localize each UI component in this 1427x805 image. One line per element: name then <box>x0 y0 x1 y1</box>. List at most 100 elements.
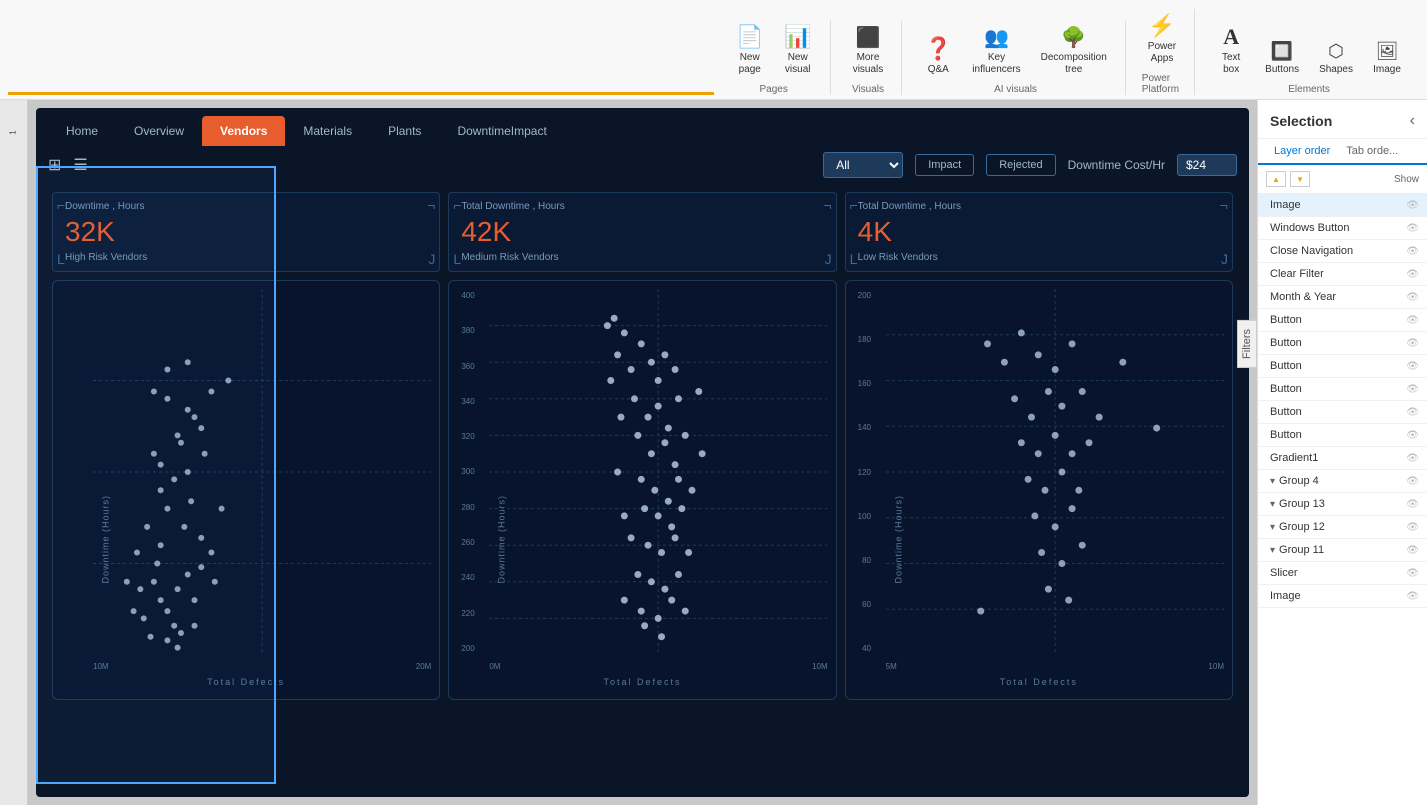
decomp-tree-label: Decompositiontree <box>1041 52 1107 76</box>
eye-icon-close-nav: 👁 <box>1406 246 1419 257</box>
tab-materials[interactable]: Materials <box>285 116 370 146</box>
cost-input[interactable] <box>1177 154 1237 176</box>
layer-name-group-11: Group 11 <box>1279 544 1406 556</box>
sort-down-button[interactable]: ▼ <box>1290 171 1310 187</box>
layer-item-windows-button[interactable]: Windows Button 👁 <box>1258 217 1427 240</box>
kpi-low-risk: Total Downtime , Hours 4K Low Risk Vendo… <box>845 192 1233 272</box>
impact-button[interactable]: Impact <box>915 154 974 176</box>
kpi-low-title: Total Downtime , Hours <box>858 201 1220 212</box>
image-icon: 🖼 <box>1376 41 1399 62</box>
tab-vendors[interactable]: Vendors <box>202 116 285 146</box>
toolbar-group-power-platform: ⚡ Power Apps Power Platform <box>1130 9 1195 95</box>
kpi-med-corner-br: J <box>825 251 832 267</box>
textbox-button[interactable]: A Textbox <box>1211 20 1251 80</box>
kpi-med-title: Total Downtime , Hours <box>461 201 823 212</box>
eye-icon-group11: 👁 <box>1406 545 1419 556</box>
tab-downtime-impact[interactable]: DowntimeImpact <box>439 116 564 146</box>
filters-tab[interactable]: Filters <box>1237 320 1257 368</box>
y-label-140: 140 <box>858 423 871 432</box>
more-visuals-button[interactable]: ⬛ Morevisuals <box>847 21 890 80</box>
canvas-area: Home Overview Vendors Materials Plants D… <box>28 100 1257 805</box>
layer-item-group-13[interactable]: ▾ Group 13 👁 <box>1258 493 1427 516</box>
eye-icon-image-top: 👁 <box>1406 200 1419 211</box>
shapes-button[interactable]: ⬡ Shapes <box>1313 37 1359 80</box>
layer-item-image-top[interactable]: Image 👁 <box>1258 194 1427 217</box>
chart-high-x-title: Total Defects <box>61 677 431 687</box>
layer-item-button-5[interactable]: Button 👁 <box>1258 401 1427 424</box>
filter-bar: ⊞ ☰ All Impact Rejected Downtime Cost/Hr <box>36 146 1249 184</box>
all-filter-dropdown[interactable]: All <box>823 152 903 178</box>
collapse-button[interactable]: ‹ <box>1410 112 1415 130</box>
kpi-corner-tr: ¬ <box>427 197 435 213</box>
new-page-button[interactable]: 📄 New page <box>730 20 770 80</box>
textbox-icon: A <box>1223 24 1239 50</box>
power-apps-button[interactable]: ⚡ Power Apps <box>1142 9 1182 69</box>
y-label-200-low: 200 <box>858 291 871 300</box>
layer-item-group-11[interactable]: ▾ Group 11 👁 <box>1258 539 1427 562</box>
y-label-280: 280 <box>461 503 474 512</box>
tab-order-tab[interactable]: Tab orde... <box>1338 139 1406 163</box>
tab-overview[interactable]: Overview <box>116 116 202 146</box>
layer-name-close-nav: Close Navigation <box>1270 245 1406 257</box>
y-label-160: 160 <box>858 379 871 388</box>
sort-up-button[interactable]: ▲ <box>1266 171 1286 187</box>
kpi-high-subtitle: High Risk Vendors <box>65 252 427 263</box>
image-button[interactable]: 🖼 Image <box>1367 37 1407 80</box>
key-influencers-button[interactable]: 👥 Keyinfluencers <box>966 21 1026 80</box>
image-label: Image <box>1373 64 1401 76</box>
pages-group-label: Pages <box>760 84 788 95</box>
y-label-100: 100 <box>858 512 871 521</box>
scatter-high-svg <box>93 289 431 655</box>
decomp-tree-button[interactable]: 🌳 Decompositiontree <box>1035 21 1113 80</box>
tab-row: Layer order Tab orde... <box>1258 139 1427 165</box>
eye-icon-clear-filter: 👁 <box>1406 269 1419 280</box>
tab-plants[interactable]: Plants <box>370 116 439 146</box>
layer-name-month-year: Month & Year <box>1270 291 1406 303</box>
buttons-button[interactable]: 🔲 Buttons <box>1259 37 1305 80</box>
toolbar-group-ai: ❓ Q&A 👥 Keyinfluencers 🌳 Decompositiontr… <box>906 21 1126 95</box>
eye-icon-group4: 👁 <box>1406 476 1419 487</box>
layer-item-image-bottom[interactable]: Image 👁 <box>1258 585 1427 608</box>
layer-order-tab[interactable]: Layer order <box>1266 139 1338 165</box>
chart-med-x-title: Total Defects <box>457 677 827 687</box>
nav-tabs: Home Overview Vendors Materials Plants D… <box>36 108 1249 146</box>
filter-icon[interactable]: ⊞ <box>48 155 61 175</box>
layer-item-clear-filter[interactable]: Clear Filter 👁 <box>1258 263 1427 286</box>
tab-home[interactable]: Home <box>48 116 116 146</box>
more-visuals-icon: ⬛ <box>856 25 881 50</box>
layer-item-gradient1[interactable]: Gradient1 👁 <box>1258 447 1427 470</box>
eye-icon-btn3: 👁 <box>1406 361 1419 372</box>
menu-icon[interactable]: ☰ <box>73 155 87 175</box>
scatter-low-svg <box>886 289 1224 655</box>
layer-item-group-4[interactable]: ▾ Group 4 👁 <box>1258 470 1427 493</box>
layer-item-group-12[interactable]: ▾ Group 12 👁 <box>1258 516 1427 539</box>
layer-name-group-4: Group 4 <box>1279 475 1406 487</box>
new-page-icon: 📄 <box>736 24 763 50</box>
layer-item-button-2[interactable]: Button 👁 <box>1258 332 1427 355</box>
layer-item-button-4[interactable]: Button 👁 <box>1258 378 1427 401</box>
kpi-corner-bl: L <box>57 251 65 267</box>
kpi-med-corner-tr: ¬ <box>823 197 831 213</box>
key-influencers-label: Keyinfluencers <box>972 52 1020 76</box>
y-label-240: 240 <box>461 573 474 582</box>
eye-icon-month-year: 👁 <box>1406 292 1419 303</box>
kpi-corner-br: J <box>428 251 435 267</box>
layer-item-month-year[interactable]: Month & Year 👁 <box>1258 286 1427 309</box>
qa-button[interactable]: ❓ Q&A <box>918 32 958 80</box>
eye-icon-gradient1: 👁 <box>1406 453 1419 464</box>
kpi-high-value: 32K <box>65 216 427 248</box>
new-visual-button[interactable]: 📊 New visual <box>778 20 818 80</box>
layer-item-button-1[interactable]: Button 👁 <box>1258 309 1427 332</box>
rejected-button[interactable]: Rejected <box>986 154 1055 176</box>
kpi-medium-risk: Total Downtime , Hours 42K Medium Risk V… <box>448 192 836 272</box>
layer-name-button-1: Button <box>1270 314 1406 326</box>
layer-item-button-6[interactable]: Button 👁 <box>1258 424 1427 447</box>
chart-high-x-axis: 10M 20M <box>93 662 431 671</box>
sort-row: ▲ ▼ Show <box>1258 165 1427 194</box>
x-label-5m: 5M <box>886 662 897 671</box>
layer-item-button-3[interactable]: Button 👁 <box>1258 355 1427 378</box>
selection-panel: Filters Selection ‹ Layer order Tab orde… <box>1257 100 1427 805</box>
layer-item-slicer[interactable]: Slicer 👁 <box>1258 562 1427 585</box>
layer-item-close-nav[interactable]: Close Navigation 👁 <box>1258 240 1427 263</box>
y-label-380: 380 <box>461 326 474 335</box>
